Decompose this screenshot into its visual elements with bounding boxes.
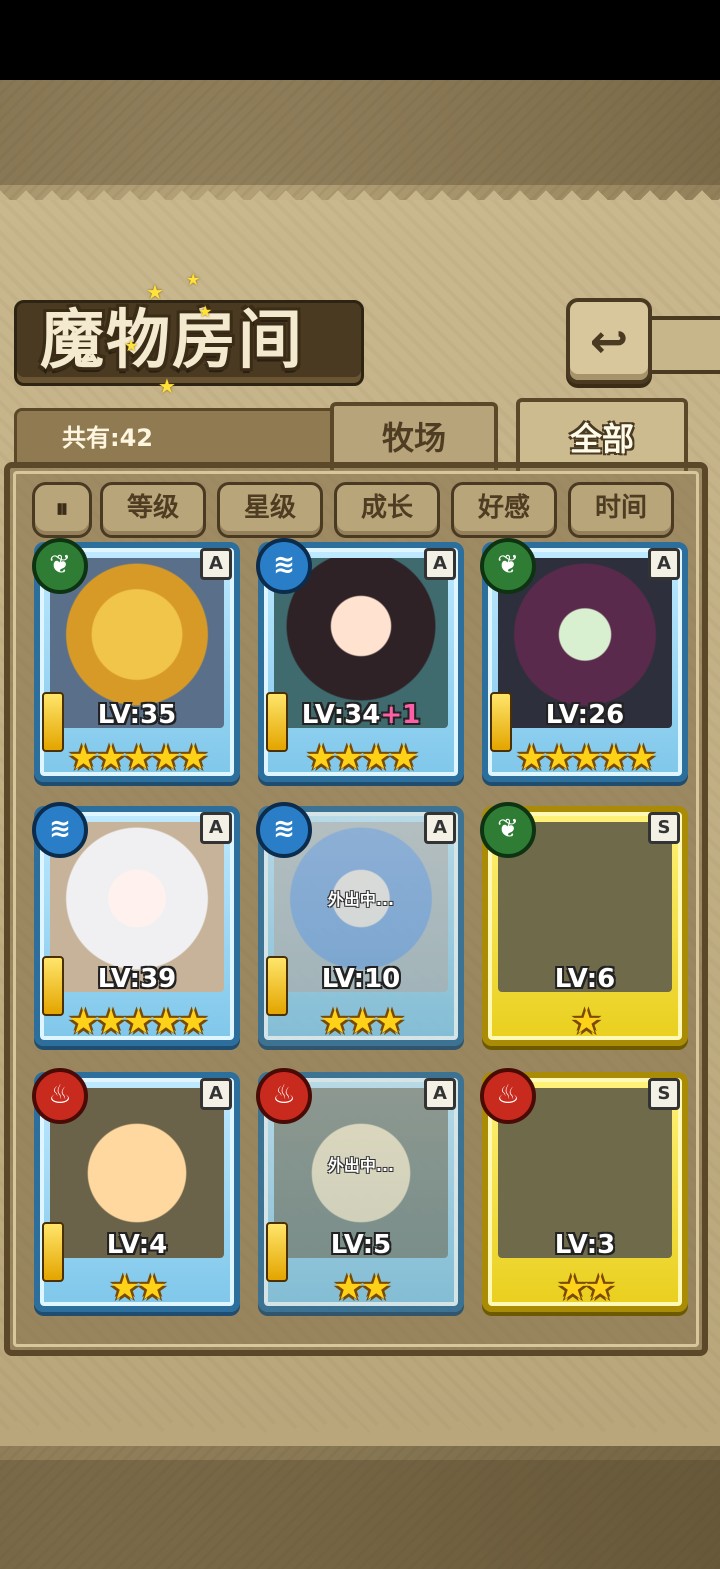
rank-badge: A	[200, 548, 232, 580]
monster-count: 共有:42	[62, 424, 153, 452]
leaf-icon: ❦	[480, 538, 536, 594]
monster-card[interactable]: ❦ A LV:35 ★★★★★	[32, 538, 240, 782]
level-label: LV:26	[482, 700, 688, 730]
monster-card[interactable]: ❦ A LV:26 ★★★★★	[480, 538, 688, 782]
monster-card[interactable]: ≋ A LV:39 ★★★★★	[32, 802, 240, 1046]
wave-icon: ≋	[256, 538, 312, 594]
tab-all-label: 全部	[569, 420, 634, 458]
back-button[interactable]: ↩	[566, 298, 652, 384]
flame-icon: ♨	[32, 1068, 88, 1124]
wave-icon: ≋	[32, 802, 88, 858]
monster-card[interactable]: ≋ A LV:34+1 ★★★★	[256, 538, 464, 782]
monster-card[interactable]: ♨ A 外出中... LV:5 ★★	[256, 1068, 464, 1312]
tab-ranch-label: 牧场	[381, 419, 446, 457]
map-band-bottom	[0, 1460, 720, 1569]
sparkle-icon: ★	[146, 280, 164, 304]
star-rating: ★★★★★	[68, 1002, 208, 1042]
back-button-rail	[640, 316, 720, 374]
star-rating: ★★★★	[306, 738, 419, 778]
sort-level-button[interactable]: 等级	[100, 482, 206, 538]
level-label: LV:4	[34, 1230, 240, 1260]
level-text: LV:4	[106, 1230, 168, 1260]
monster-card[interactable]: ≋ A 外出中... LV:10 ★★★	[256, 802, 464, 1046]
sparkle-icon: ★	[186, 270, 201, 289]
level-label: LV:39	[34, 964, 240, 994]
away-status: 外出中...	[327, 1156, 395, 1175]
level-text: LV:34	[301, 700, 381, 730]
star-rating: ★★	[109, 1268, 168, 1308]
star-rating: ★★★	[319, 1002, 405, 1042]
level-text: LV:5	[330, 1230, 392, 1260]
star-rating: ★★	[557, 1268, 616, 1308]
page-title: 魔物房间	[40, 303, 304, 378]
sort-affection-button[interactable]: 好感	[451, 482, 557, 538]
rank-badge: A	[200, 812, 232, 844]
map-band-top	[0, 80, 720, 185]
level-text: LV:39	[97, 964, 177, 994]
panel-edge-bottom	[0, 1420, 720, 1446]
star-rating: ★★★★★	[516, 738, 656, 778]
level-label: LV:10	[258, 964, 464, 994]
status-bar	[0, 0, 720, 80]
level-text: LV:6	[554, 964, 616, 994]
rank-badge: A	[648, 548, 680, 580]
sort-stars-button[interactable]: 星级	[217, 482, 323, 538]
sparkle-icon: ★	[158, 374, 176, 398]
rank-badge: A	[200, 1078, 232, 1110]
tab-ranch[interactable]: 牧场	[330, 402, 498, 470]
away-status: 外出中...	[327, 890, 395, 909]
level-text: LV:35	[97, 700, 177, 730]
level-bonus: +1	[380, 700, 421, 730]
rank-badge: A	[424, 1078, 456, 1110]
rank-badge: S	[648, 1078, 680, 1110]
star-rating: ★★★★★	[68, 738, 208, 778]
rank-badge: S	[648, 812, 680, 844]
flame-icon: ♨	[256, 1068, 312, 1124]
star-rating: ★	[571, 1002, 601, 1042]
level-text: LV:26	[545, 700, 625, 730]
sort-time-button[interactable]: 时间	[568, 482, 674, 538]
level-text: LV:10	[321, 964, 401, 994]
level-label: LV:6	[482, 964, 688, 994]
leaf-icon: ❦	[480, 802, 536, 858]
flame-icon: ♨	[480, 1068, 536, 1124]
sort-growth-button[interactable]: 成长	[334, 482, 440, 538]
level-text: LV:3	[554, 1230, 616, 1260]
star-rating: ★★	[333, 1268, 392, 1308]
pause-sort-icon: ⏸	[55, 494, 69, 524]
monster-card[interactable]: ♨ A LV:4 ★★	[32, 1068, 240, 1312]
back-arrow-icon: ↩	[589, 314, 629, 368]
sparkle-icon: ★	[198, 302, 213, 321]
monster-card[interactable]: ♨ S LV:3 ★★	[480, 1068, 688, 1312]
rank-badge: A	[424, 548, 456, 580]
level-label: LV:34+1	[258, 700, 464, 730]
level-label: LV:5	[258, 1230, 464, 1260]
monster-card[interactable]: ❦ S LV:6 ★	[480, 802, 688, 1046]
sort-order-toggle[interactable]: ⏸	[32, 482, 92, 538]
wave-icon: ≋	[256, 802, 312, 858]
sparkle-icon: ★	[124, 336, 139, 355]
rank-badge: A	[424, 812, 456, 844]
level-label: LV:3	[482, 1230, 688, 1260]
leaf-icon: ❦	[32, 538, 88, 594]
level-label: LV:35	[34, 700, 240, 730]
